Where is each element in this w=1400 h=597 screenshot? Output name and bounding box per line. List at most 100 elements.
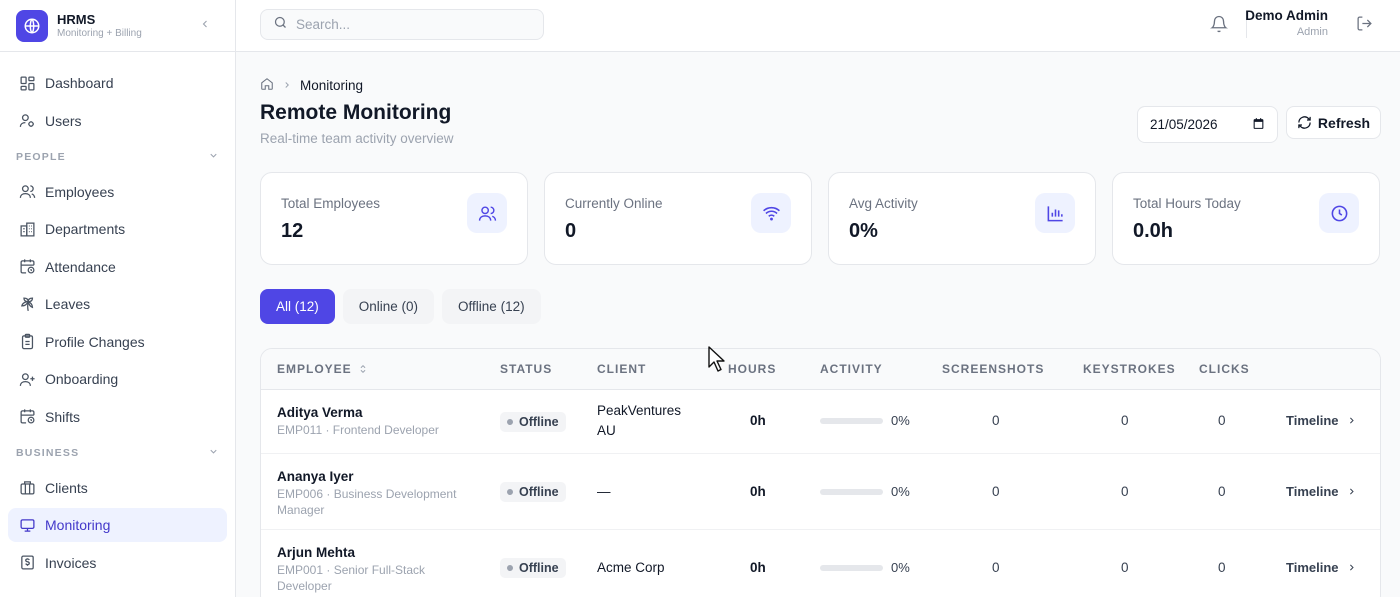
sidebar-item-attendance[interactable]: Attendance: [8, 250, 227, 284]
refresh-label: Refresh: [1317, 114, 1371, 131]
sidebar-item-clients[interactable]: Clients: [8, 471, 227, 505]
column-hours: HOURS: [728, 362, 777, 376]
activity-bar: [820, 564, 883, 571]
sidebar-item-label: Employees: [45, 183, 115, 200]
screenshots-cell: 0: [992, 413, 1000, 428]
timeline-label: Timeline: [1286, 560, 1339, 575]
sidebar-item-label: Profile Changes: [45, 333, 145, 350]
refresh-button[interactable]: Refresh: [1286, 106, 1381, 139]
activity-percent: 0%: [891, 413, 910, 428]
table-row[interactable]: Ananya Iyer EMP006 · Business Developmen…: [261, 454, 1380, 530]
home-icon[interactable]: [260, 77, 274, 94]
status-dot: [507, 419, 513, 425]
stat-card-total-hours: Total Hours Today 0.0h: [1112, 172, 1380, 265]
column-activity: ACTIVITY: [820, 362, 883, 376]
sidebar-item-employees[interactable]: Employees: [8, 175, 227, 209]
chevron-down-icon: [208, 446, 219, 460]
sidebar-item-onboarding[interactable]: Onboarding: [8, 362, 227, 396]
hours-cell: 0h: [750, 413, 766, 428]
sidebar-item-invoices[interactable]: Invoices: [8, 546, 227, 580]
clock-icon: [1319, 193, 1359, 233]
filter-tabs: All (12) Online (0) Offline (12): [260, 289, 541, 324]
page-title: Remote Monitoring: [260, 101, 452, 124]
timeline-link[interactable]: Timeline: [1286, 560, 1356, 575]
stat-label: Total Hours Today: [1133, 196, 1241, 211]
dashboard-icon: [18, 74, 36, 92]
stat-card-total-employees: Total Employees 12: [260, 172, 528, 265]
clicks-cell: 0: [1218, 484, 1226, 499]
bell-icon[interactable]: [1210, 15, 1228, 33]
employee-cell: Aditya Verma EMP011 · Frontend Developer: [277, 404, 439, 438]
users-icon: [467, 193, 507, 233]
chevron-left-icon[interactable]: [197, 16, 213, 32]
search-box[interactable]: [260, 9, 544, 40]
timeline-link[interactable]: Timeline: [1286, 484, 1356, 499]
chevron-right-icon: [1349, 417, 1354, 424]
activity-bar: [820, 417, 883, 424]
user-role: Admin: [1296, 26, 1328, 38]
table-row[interactable]: Arjun Mehta EMP001 · Senior Full-Stack D…: [261, 530, 1380, 597]
section-label: PEOPLE: [16, 150, 66, 163]
screenshots-cell: 0: [992, 560, 1000, 575]
client-cell: Acme Corp: [597, 560, 665, 575]
search-input[interactable]: [296, 17, 536, 32]
brand-subtitle: Monitoring + Billing: [57, 27, 142, 39]
keystrokes-cell: 0: [1121, 484, 1129, 499]
timeline-link[interactable]: Timeline: [1286, 413, 1356, 428]
employee-meta: EMP011 · Frontend Developer: [277, 423, 439, 437]
sidebar-item-monitoring[interactable]: Monitoring: [8, 508, 227, 542]
activity-cell: 0%: [820, 560, 910, 575]
date-picker[interactable]: 21/05/2026: [1137, 106, 1278, 143]
activity-cell: 0%: [820, 484, 910, 499]
date-value: 21/05/2026: [1150, 117, 1218, 132]
chevron-right-icon: [1349, 564, 1354, 571]
calendar-icon[interactable]: [1252, 117, 1265, 133]
filter-tab-online[interactable]: Online (0): [342, 289, 435, 324]
logout-icon[interactable]: [1356, 15, 1374, 33]
stat-card-currently-online: Currently Online 0: [544, 172, 812, 265]
user-name: Demo Admin: [1245, 8, 1328, 23]
sidebar-item-dashboard[interactable]: Dashboard: [8, 66, 227, 100]
section-label: BUSINESS: [16, 446, 80, 459]
employee-cell: Arjun Mehta EMP001 · Senior Full-Stack D…: [277, 544, 457, 594]
topbar: Demo Admin Admin: [236, 0, 1400, 52]
chevron-down-icon: [208, 150, 219, 164]
dollar-receipt-icon: [18, 554, 36, 572]
sidebar-item-shifts[interactable]: Shifts: [8, 400, 227, 434]
status-cell: Offline: [500, 412, 566, 432]
status-text: Offline: [519, 415, 559, 429]
filter-tab-all[interactable]: All (12): [260, 289, 335, 324]
sidebar: HRMS Monitoring + Billing Dashboard User…: [0, 0, 236, 597]
status-cell: Offline: [500, 482, 566, 502]
status-text: Offline: [519, 485, 559, 499]
client-cell: PeakVentures AU: [597, 403, 682, 438]
column-employee[interactable]: EMPLOYEE: [277, 362, 368, 376]
hours-cell: 0h: [750, 484, 766, 499]
sidebar-section-people[interactable]: PEOPLE: [0, 143, 235, 171]
stat-value: 0: [565, 220, 577, 242]
stats-row: Total Employees 12 Currently Online 0 Av…: [260, 172, 1380, 265]
sort-icon[interactable]: [358, 363, 368, 375]
activity-percent: 0%: [891, 560, 910, 575]
sidebar-section-business[interactable]: BUSINESS: [0, 439, 235, 467]
table-row[interactable]: Aditya Verma EMP011 · Frontend Developer…: [261, 390, 1380, 454]
sidebar-item-users[interactable]: Users: [8, 104, 227, 138]
sidebar-item-label: Clients: [45, 479, 88, 496]
building-icon: [18, 220, 36, 238]
calendar-clock-icon: [18, 408, 36, 426]
stat-value: 12: [281, 220, 304, 242]
stat-value: 0.0h: [1133, 220, 1174, 242]
column-client: CLIENT: [597, 362, 647, 376]
status-text: Offline: [519, 561, 559, 575]
sidebar-item-profile-changes[interactable]: Profile Changes: [8, 325, 227, 359]
sidebar-item-leaves[interactable]: Leaves: [8, 287, 227, 321]
user-menu[interactable]: Demo Admin Admin: [1245, 8, 1328, 40]
breadcrumb: Monitoring: [260, 77, 363, 94]
sidebar-item-label: Onboarding: [45, 371, 119, 387]
sidebar-item-departments[interactable]: Departments: [8, 212, 227, 246]
status-dot: [507, 489, 513, 495]
filter-tab-offline[interactable]: Offline (12): [442, 289, 541, 324]
briefcase-icon: [18, 479, 36, 497]
brand: HRMS Monitoring + Billing: [0, 0, 235, 52]
globe-icon: [16, 9, 48, 42]
